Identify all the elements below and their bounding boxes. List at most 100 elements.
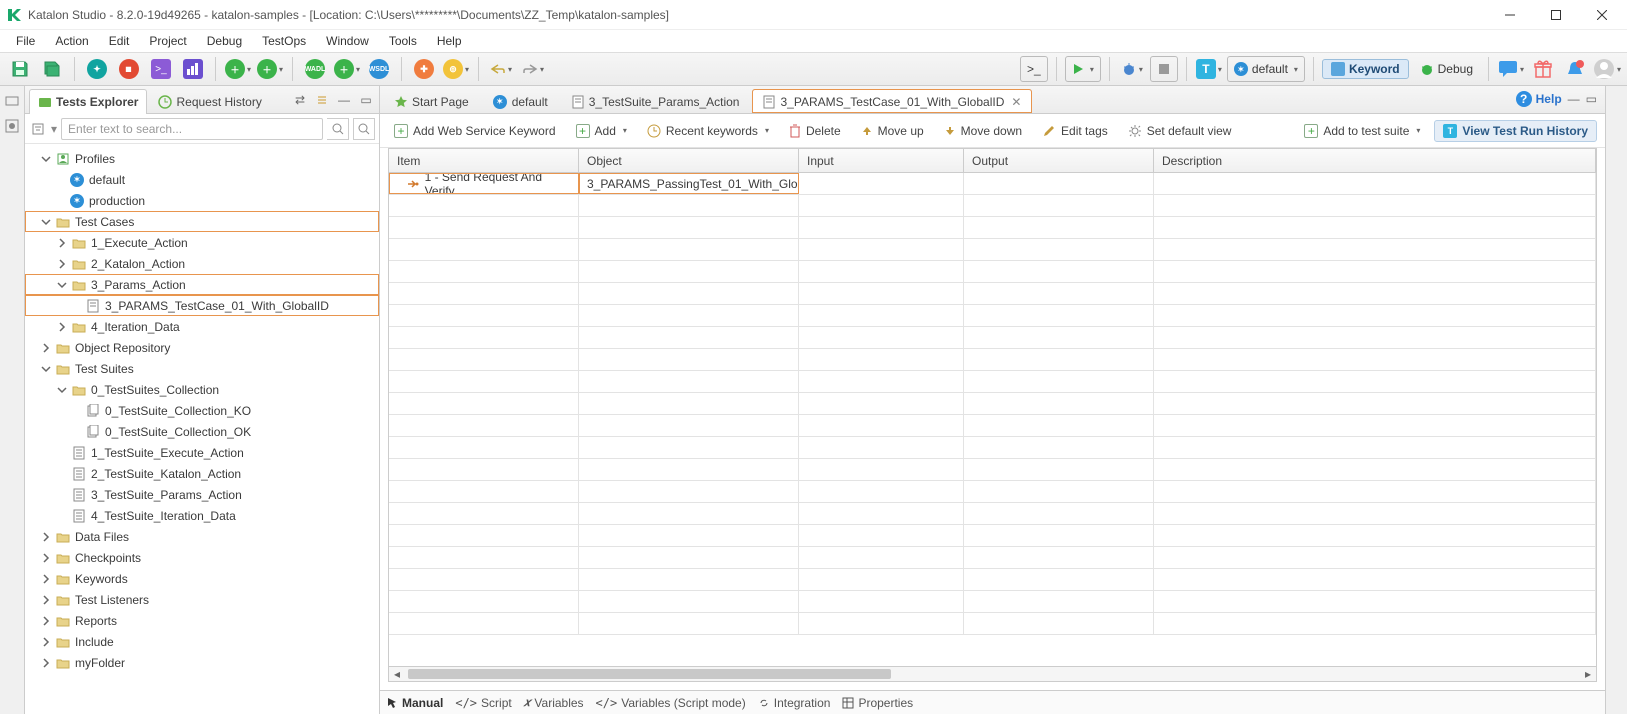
close-button[interactable] (1579, 0, 1625, 30)
notification-icon[interactable] (1561, 55, 1589, 83)
edit-tags-button[interactable]: Edit tags (1036, 121, 1114, 141)
tab-default[interactable]: ✶default (482, 89, 559, 113)
stop-button[interactable] (1150, 56, 1178, 82)
col-input[interactable]: Input (799, 149, 964, 172)
filter-dropdown-icon[interactable]: ▾ (51, 122, 57, 136)
back-icon[interactable]: ▾ (487, 55, 515, 83)
table-row[interactable] (389, 217, 1596, 239)
chat-icon[interactable]: ▾ (1497, 55, 1525, 83)
minimize-panel-icon[interactable]: — (335, 91, 353, 109)
tree-test-suites[interactable]: Test Suites (25, 358, 379, 379)
table-row[interactable] (389, 481, 1596, 503)
table-row[interactable] (389, 503, 1596, 525)
new-api-icon[interactable]: ＋▾ (256, 55, 284, 83)
tab-request-history[interactable]: Request History (149, 89, 270, 114)
table-row[interactable] (389, 195, 1596, 217)
table-row[interactable] (389, 371, 1596, 393)
minimize-button[interactable] (1487, 0, 1533, 30)
scroll-thumb[interactable] (408, 669, 891, 679)
tree-myfolder[interactable]: myFolder (25, 652, 379, 673)
tree-ts-1[interactable]: 1_TestSuite_Execute_Action (25, 442, 379, 463)
tree-ts-4[interactable]: 4_TestSuite_Iteration_Data (25, 505, 379, 526)
table-row[interactable] (389, 393, 1596, 415)
add-ws-keyword-button[interactable]: +Add Web Service Keyword (388, 121, 562, 141)
profile-dropdown[interactable]: ✶default▾ (1227, 56, 1305, 82)
menu-tools[interactable]: Tools (379, 32, 427, 50)
tab-tests-explorer[interactable]: Tests Explorer (29, 89, 147, 114)
menu-help[interactable]: Help (427, 32, 472, 50)
testops-icon[interactable]: T▾ (1195, 55, 1223, 83)
table-row[interactable] (389, 569, 1596, 591)
tree-tc-3-1[interactable]: 3_PARAMS_TestCase_01_With_GlobalID (25, 295, 379, 316)
save-button[interactable] (6, 55, 34, 83)
help-button[interactable]: ?Help (1516, 91, 1562, 107)
menu-testops[interactable]: TestOps (252, 32, 316, 50)
add-button[interactable]: +Add▾ (570, 121, 633, 141)
self-heal-icon[interactable]: ✚ (410, 55, 438, 83)
table-row[interactable] (389, 591, 1596, 613)
cookie-icon[interactable]: ⊚▾ (442, 55, 470, 83)
tree-test-cases[interactable]: Test Cases (25, 211, 379, 232)
footer-properties[interactable]: Properties (842, 696, 913, 710)
tree-keywords[interactable]: Keywords (25, 568, 379, 589)
tree-profiles[interactable]: Profiles (25, 148, 379, 169)
editor-maximize-icon[interactable]: ▭ (1586, 92, 1597, 106)
col-item[interactable]: Item (389, 149, 579, 172)
table-row[interactable]: 1 - Send Request And Verify3_PARAMS_Pass… (389, 173, 1596, 195)
tree-tc-1[interactable]: 1_Execute_Action (25, 232, 379, 253)
menu-action[interactable]: Action (45, 32, 98, 50)
editor-minimize-icon[interactable]: — (1568, 92, 1580, 106)
tree-ts-3[interactable]: 3_TestSuite_Params_Action (25, 484, 379, 505)
col-desc[interactable]: Description (1154, 149, 1596, 172)
close-tab-icon[interactable]: ✕ (1011, 95, 1021, 109)
menu-debug[interactable]: Debug (197, 32, 252, 50)
spy-web-icon[interactable]: ✦ (83, 55, 111, 83)
footer-script[interactable]: </>Script (455, 696, 511, 710)
tree-tc-2[interactable]: 2_Katalon_Action (25, 253, 379, 274)
wsdl-icon[interactable]: WSDL (365, 55, 393, 83)
table-row[interactable] (389, 283, 1596, 305)
tree-reports[interactable]: Reports (25, 610, 379, 631)
move-up-button[interactable]: Move up (855, 121, 930, 141)
table-row[interactable] (389, 613, 1596, 635)
debug-button[interactable]: Debug (1413, 56, 1480, 82)
tree-tc-3[interactable]: 3_Params_Action (25, 274, 379, 295)
footer-integration[interactable]: Integration (758, 696, 831, 710)
set-default-view-button[interactable]: Set default view (1122, 121, 1238, 141)
tree-include[interactable]: Include (25, 631, 379, 652)
table-row[interactable] (389, 305, 1596, 327)
forward-icon[interactable]: ▾ (519, 55, 547, 83)
tab-testsuite[interactable]: 3_TestSuite_Params_Action (561, 89, 751, 113)
move-down-button[interactable]: Move down (938, 121, 1028, 141)
save-all-button[interactable] (38, 55, 66, 83)
menu-file[interactable]: File (6, 32, 45, 50)
tree-profile-production[interactable]: ✶production (25, 190, 379, 211)
gift-icon[interactable] (1529, 55, 1557, 83)
tree-ts-col[interactable]: 0_TestSuites_Collection (25, 379, 379, 400)
filter-icon[interactable] (29, 120, 47, 138)
search-input[interactable]: Enter text to search... (61, 118, 323, 140)
run-button[interactable]: ▾ (1065, 56, 1101, 82)
search-go-icon[interactable] (327, 118, 349, 140)
scroll-left-icon[interactable]: ◂ (389, 667, 405, 681)
link-editor-icon[interactable]: ⇄ (291, 91, 309, 109)
tree-ts-col-ko[interactable]: 0_TestSuite_Collection_KO (25, 400, 379, 421)
menu-window[interactable]: Window (316, 32, 379, 50)
horizontal-scrollbar[interactable]: ◂ ▸ (388, 666, 1597, 682)
maximize-panel-icon[interactable]: ▭ (357, 91, 375, 109)
user-icon[interactable]: ▾ (1593, 55, 1621, 83)
tree-listeners[interactable]: Test Listeners (25, 589, 379, 610)
maximize-button[interactable] (1533, 0, 1579, 30)
tree-tc-4[interactable]: 4_Iteration_Data (25, 316, 379, 337)
git-icon[interactable]: ◆ (115, 55, 143, 83)
tree-obj-repo[interactable]: Object Repository (25, 337, 379, 358)
delete-button[interactable]: Delete (783, 121, 847, 141)
tree-data-files[interactable]: Data Files (25, 526, 379, 547)
table-row[interactable] (389, 437, 1596, 459)
table-row[interactable] (389, 349, 1596, 371)
footer-variables[interactable]: 𝑥Variables (524, 695, 584, 710)
tab-start[interactable]: Start Page (384, 89, 480, 113)
table-row[interactable] (389, 327, 1596, 349)
wadl-icon[interactable]: WADL (301, 55, 329, 83)
footer-variables-script[interactable]: </>Variables (Script mode) (596, 696, 746, 710)
